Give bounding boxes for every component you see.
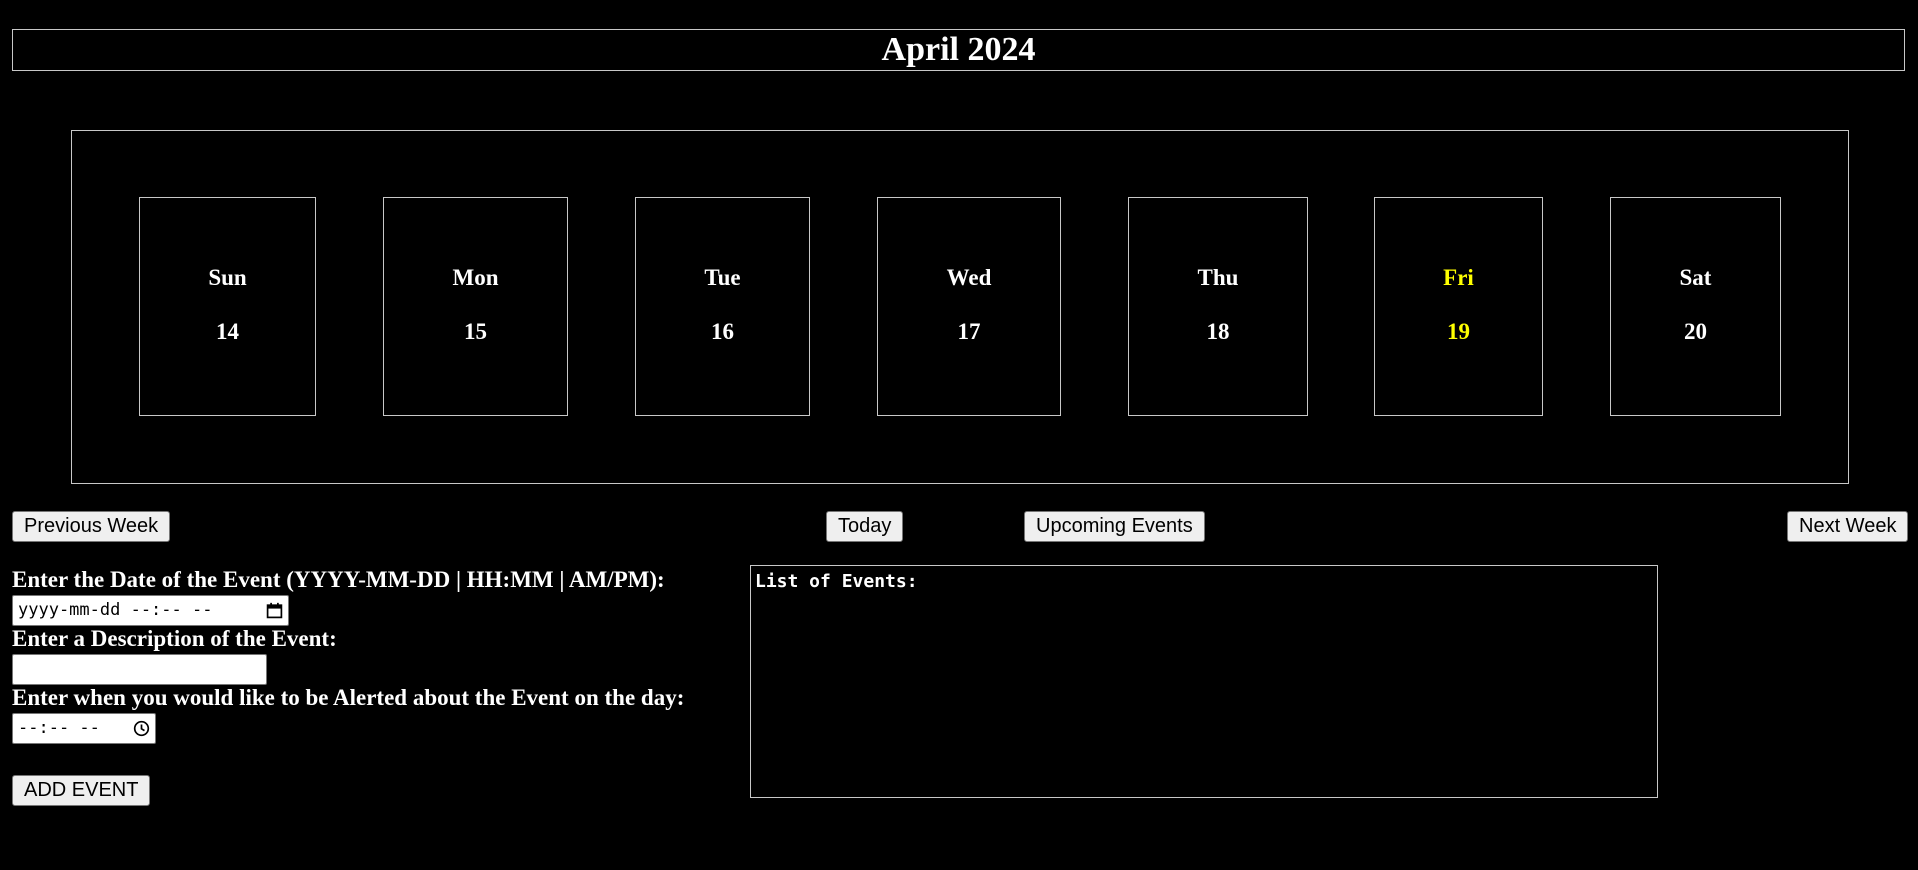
- day-number: 19: [1447, 319, 1470, 344]
- day-card-tue[interactable]: Tue 16: [635, 197, 810, 416]
- day-card-sun[interactable]: Sun 14: [139, 197, 316, 416]
- events-list: List of Events:: [750, 565, 1658, 798]
- event-alert-label: Enter when you would like to be Alerted …: [12, 685, 685, 710]
- clock-icon[interactable]: [133, 720, 150, 737]
- event-date-label: Enter the Date of the Event (YYYY-MM-DD …: [12, 567, 665, 592]
- month-title: April 2024: [12, 29, 1905, 71]
- event-description-input[interactable]: [12, 654, 267, 685]
- day-name: Thu: [1197, 265, 1239, 290]
- day-card-fri-today[interactable]: Fri 19: [1374, 197, 1543, 416]
- calendar-page: April 2024 Sun 14 Mon 15 Tue 16 Wed 17 T…: [0, 0, 1918, 870]
- day-card-sat[interactable]: Sat 20: [1610, 197, 1781, 416]
- day-card-thu[interactable]: Thu 18: [1128, 197, 1308, 416]
- next-week-button[interactable]: Next Week: [1787, 511, 1909, 542]
- day-card-wed[interactable]: Wed 17: [877, 197, 1061, 416]
- today-button[interactable]: Today: [826, 511, 904, 542]
- add-event-button[interactable]: ADD EVENT: [12, 775, 151, 806]
- event-datetime-input[interactable]: yyyy-mm-dd --:-- --: [12, 595, 289, 626]
- day-number: 20: [1684, 319, 1707, 344]
- day-card-mon[interactable]: Mon 15: [383, 197, 568, 416]
- day-name: Fri: [1443, 265, 1474, 290]
- day-number: 18: [1206, 319, 1230, 344]
- day-name: Sun: [208, 265, 247, 290]
- event-alert-placeholder: --:-- --: [18, 718, 100, 738]
- event-alert-time-input[interactable]: --:-- --: [12, 713, 156, 744]
- day-number: 14: [216, 319, 239, 344]
- day-name: Sat: [1679, 265, 1712, 290]
- previous-week-button[interactable]: Previous Week: [12, 511, 171, 542]
- day-number: 17: [957, 319, 981, 344]
- day-name: Tue: [704, 265, 741, 290]
- day-name: Wed: [946, 265, 992, 290]
- events-list-heading: List of Events:: [755, 571, 918, 592]
- upcoming-events-button[interactable]: Upcoming Events: [1024, 511, 1205, 542]
- calendar-icon[interactable]: [266, 602, 283, 619]
- event-datetime-placeholder: yyyy-mm-dd --:-- --: [18, 600, 213, 620]
- day-name: Mon: [452, 265, 499, 290]
- day-number: 15: [464, 319, 487, 344]
- event-description-label: Enter a Description of the Event:: [12, 626, 337, 651]
- day-number: 16: [711, 319, 734, 344]
